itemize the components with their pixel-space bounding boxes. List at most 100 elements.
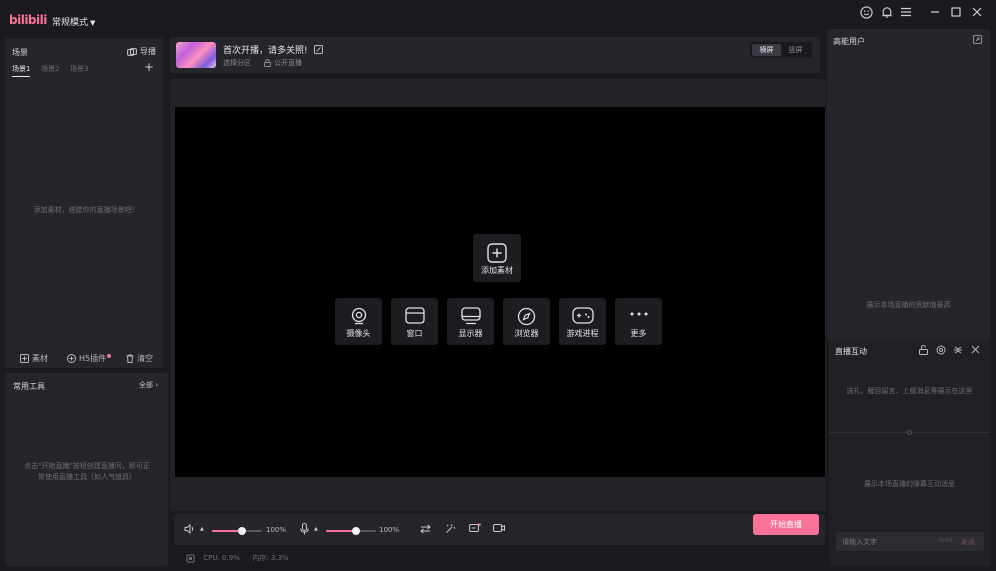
more-icon [615,311,662,317]
speaker-volume-knob[interactable] [238,527,246,535]
window-source-button[interactable]: 窗口 [391,298,438,345]
high-energy-users-panel: 高能用户 展示本场直播的贡献值最高 [827,29,990,340]
high-users-hint: 展示本场直播的贡献值最高 [866,301,951,309]
tools-all-label: 全部 [138,381,153,389]
menu-icon[interactable] [898,4,914,20]
window-icon [391,307,438,324]
source-label: 窗口 [406,329,423,338]
tab-scene-2[interactable]: 场景2 [41,64,59,74]
more-source-button[interactable]: 更多 [615,298,662,345]
lock-icon [264,59,271,67]
bell-icon[interactable] [879,4,895,20]
portrait-option[interactable]: 竖屏 [781,44,810,56]
high-users-title: 高能用户 [833,37,865,46]
settings-icon[interactable] [936,345,946,355]
plus-box-icon [473,243,521,263]
chat-input-placeholder[interactable]: 请输入文字 [842,537,877,547]
interaction-title: 直播互动 [835,347,867,356]
magic-wand-icon[interactable] [445,523,456,534]
trash-icon [126,354,134,363]
smiley-icon[interactable] [858,4,874,20]
monitor-source-button[interactable]: 显示器 [447,298,494,345]
tools-hint: 点击"开始直播"按钮创建直播间，即可正常使用直播工具（如人气道具） [24,462,150,481]
live-info-bar: 首次开播，请多关照! 选择分区 公开直播 横屏 竖屏 [170,37,820,73]
live-title[interactable]: 首次开播，请多关照! [223,43,308,56]
status-bar: CPU: 0.9% 内存: 3.3% [186,553,289,563]
tools-all-link[interactable]: 全部 › [139,380,158,390]
common-tools-panel: 常用工具 全部 › 点击"开始直播"按钮创建直播间，即可正常使用直播工具（如人气… [5,373,168,566]
microphone-icon[interactable] [300,523,309,535]
material-label: 素材 [32,354,48,363]
live-interaction-panel: 直播互动 送礼、醒目留言、上舰消息等展示在这里 展示本场直播的弹幕互动消息 请输… [829,339,990,566]
mic-volume-knob[interactable] [352,527,360,535]
send-button[interactable]: 发送 [961,537,975,547]
char-count: 0/40 [939,537,953,544]
camera-source-button[interactable]: 摄像头 [335,298,382,345]
mode-label: 常规模式 [52,18,89,28]
speaker-volume-text: 100% [266,526,287,534]
mode-dropdown[interactable]: 常规模式 ▼ [52,15,95,28]
mic-volume-text: 100% [379,526,400,534]
plus-circle-icon [67,354,76,363]
landscape-option[interactable]: 横屏 [752,44,781,56]
scene-empty-text: 添加素材，搭建你的直播场景吧! [33,206,135,214]
unlock-icon[interactable] [919,345,928,355]
control-bar: ▲ 100% ▲ 100% 开始直播 [174,514,825,545]
edit-icon[interactable] [313,45,323,54]
memory-usage: 内存: 3.3% [252,554,289,562]
visibility-label: 公开直播 [274,59,302,67]
gift-message-hint: 送礼、醒目留言、上舰消息等展示在这里 [846,387,973,395]
speaker-icon[interactable] [184,524,195,534]
start-live-button[interactable]: 开始直播 [753,514,819,535]
source-label: 显示器 [458,329,483,338]
visibility-select[interactable]: 公开直播 [264,58,302,68]
collapse-icon[interactable] [953,345,963,355]
chat-input-box[interactable]: 请输入文字 0/40 发送 [836,532,984,551]
live-title-row: 首次开播，请多关照! [223,43,323,56]
guide-button[interactable]: 导播 [127,46,156,57]
add-material-button[interactable]: 添加素材 [473,234,521,282]
minimize-icon[interactable] [927,4,943,20]
material-button[interactable]: 素材 [20,353,48,364]
scene-panel: 场景 导播 场景1 场景2 场景3 + 添加素材，搭建你的直播场景吧! 素材 H… [5,38,163,368]
close-icon[interactable] [969,4,985,20]
category-select[interactable]: 选择分区 [223,58,251,68]
guide-label: 导播 [140,47,156,56]
live-cover-image[interactable] [176,42,216,68]
compass-icon [503,307,550,326]
plus-box-icon [20,354,29,363]
clear-label: 清空 [137,354,153,363]
preview-canvas[interactable]: 添加素材 摄像头 窗口 显示器 浏览器 游戏进程 更多 [175,107,825,477]
add-material-label: 添加素材 [481,266,513,275]
browser-source-button[interactable]: 浏览器 [503,298,550,345]
monitor-icon [447,307,494,325]
caret-up-icon[interactable]: ▲ [314,526,318,532]
caret-down-icon: ▼ [90,19,96,27]
add-scene-icon[interactable]: + [144,60,154,74]
switch-icon[interactable] [420,524,431,534]
tab-scene-1[interactable]: 场景1 [12,64,31,77]
scene-title: 场景 [12,48,28,57]
source-label: 更多 [630,329,647,338]
speaker-volume-slider[interactable] [212,527,262,535]
cpu-usage: CPU: 0.9% [203,554,240,562]
caret-up-icon[interactable]: ▲ [200,526,204,532]
cpu-icon [186,554,195,563]
resize-handle[interactable] [907,430,912,435]
mic-volume-slider[interactable] [326,527,376,535]
h5-plugin-button[interactable]: H5插件 [67,353,112,364]
game-source-button[interactable]: 游戏进程 [559,298,606,345]
maximize-icon[interactable] [948,4,964,20]
record-icon[interactable] [493,523,505,533]
clear-button[interactable]: 清空 [126,353,153,364]
source-label: 游戏进程 [566,329,599,338]
tab-scene-3[interactable]: 场景3 [70,64,88,74]
source-label: 摄像头 [346,329,371,338]
popout-icon[interactable] [973,35,982,44]
danmaku-hint: 展示本场直播的弹幕互动消息 [864,480,955,488]
chevron-right-icon: › [155,381,158,389]
source-label: 浏览器 [514,329,539,338]
new-badge-dot [107,353,112,358]
danmaku-icon[interactable] [469,523,481,534]
close-icon[interactable] [971,345,980,354]
